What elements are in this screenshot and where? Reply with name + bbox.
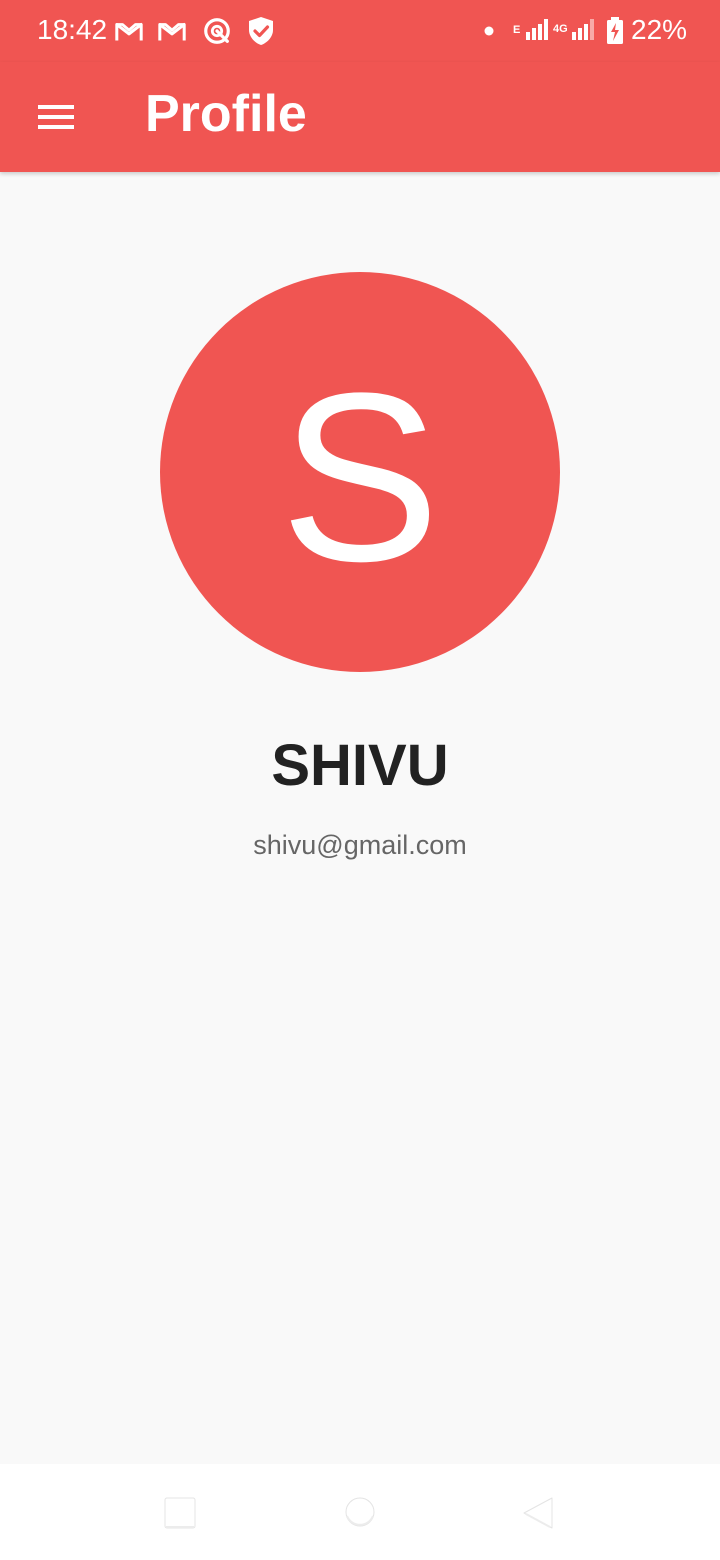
gmail-icon [158,23,186,41]
status-time: 18:42 [37,14,108,45]
app-bar: Profile [0,62,720,172]
recent-apps-icon[interactable] [163,1496,197,1530]
menu-button[interactable] [24,89,88,145]
profile-name: SHIVU [271,733,449,798]
shield-icon [249,17,273,45]
navigation-bar [0,1464,720,1560]
avatar-letter: S [279,343,441,611]
profile-email: shivu@gmail.com [253,830,467,860]
radar-app-icon [204,18,230,44]
menu-icon [38,105,74,129]
back-icon[interactable] [520,1494,556,1532]
home-icon[interactable] [344,1496,376,1530]
battery-charging-icon [607,17,623,44]
gmail-icon [115,23,143,41]
network-4g-label: 4G [553,23,568,35]
avatar: S [160,272,560,672]
page-title: Profile [145,85,307,143]
network-e-label: E [513,24,521,36]
notification-dot-icon [484,26,494,36]
edge-signal-icon [526,19,548,40]
status-bar: 18:42 E 4G 22% [0,0,720,62]
4g-signal-icon [572,19,594,40]
battery-percentage: 22% [631,14,688,45]
